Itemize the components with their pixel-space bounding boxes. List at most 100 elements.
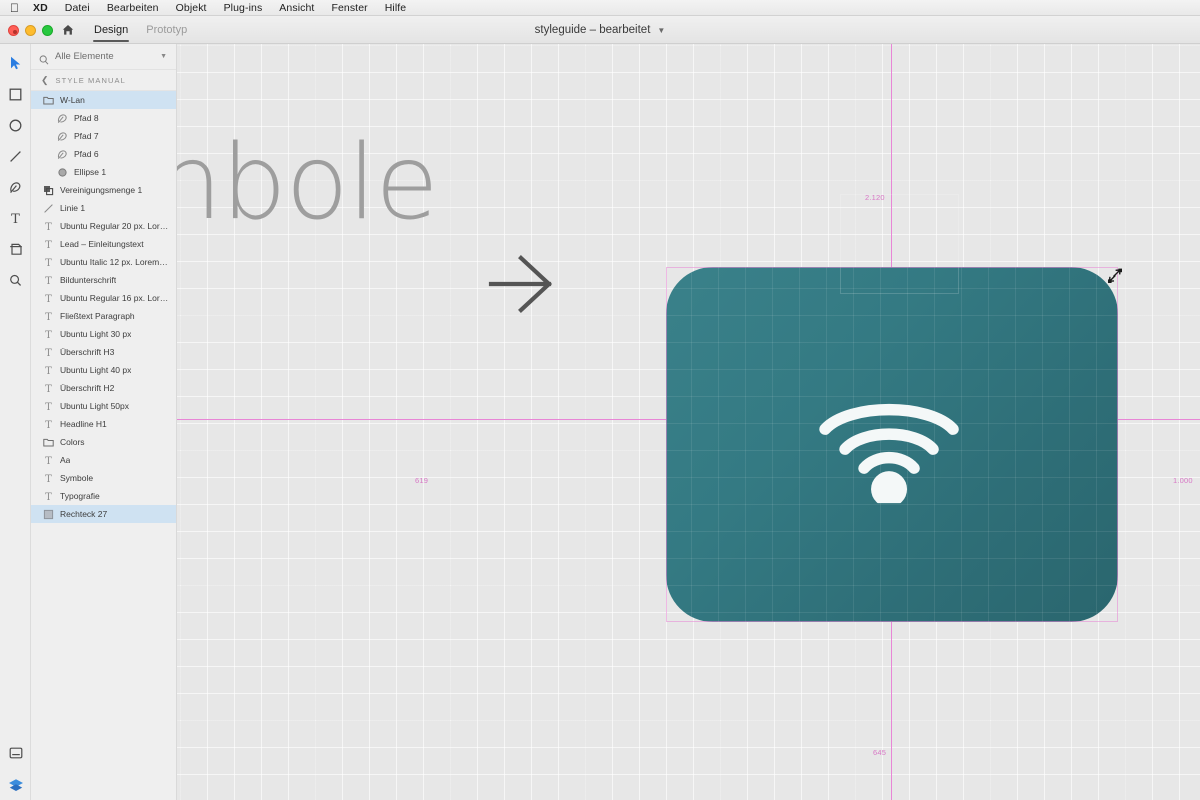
document-title: styleguide – bearbeitet bbox=[534, 24, 651, 36]
tab-prototyp[interactable]: Prototyp bbox=[137, 16, 196, 44]
resize-diagonal-cursor bbox=[1105, 266, 1125, 291]
layer-row[interactable]: T Ubuntu Regular 16 px. Lor… bbox=[31, 289, 176, 307]
home-icon[interactable] bbox=[61, 23, 75, 37]
layer-label: Vereinigungsmenge 1 bbox=[60, 185, 143, 195]
layer-label: Headline H1 bbox=[60, 419, 107, 429]
menu-item-fenster[interactable]: Fenster bbox=[331, 2, 367, 14]
layer-row[interactable]: Pfad 7 bbox=[31, 127, 176, 145]
chevron-left-icon[interactable]: ❮ bbox=[41, 75, 49, 86]
svg-text:T: T bbox=[45, 294, 52, 304]
layer-row[interactable]: Vereinigungsmenge 1 bbox=[31, 181, 176, 199]
folder-icon bbox=[43, 437, 54, 448]
menu-item-objekt[interactable]: Objekt bbox=[176, 2, 207, 14]
chevron-down-icon[interactable]: ▼ bbox=[160, 53, 167, 60]
select-tool[interactable] bbox=[0, 54, 31, 72]
layer-row[interactable]: Pfad 8 bbox=[31, 109, 176, 127]
search-icon bbox=[39, 52, 49, 65]
guide-label-619: 619 bbox=[415, 476, 429, 485]
line-tool[interactable] bbox=[0, 147, 31, 165]
chevron-down-icon[interactable]: ▼ bbox=[657, 26, 665, 35]
layers-panel: Alle Elemente ▼ ❮ STYLE MANUAL W-Lan Pfad… bbox=[31, 44, 177, 800]
layer-row[interactable]: W-Lan bbox=[31, 91, 176, 109]
layer-row[interactable]: T Headline H1 bbox=[31, 415, 176, 433]
folder-icon bbox=[43, 95, 54, 106]
minimize-window-button[interactable] bbox=[25, 25, 36, 36]
text-icon: T bbox=[43, 491, 54, 502]
svg-text:T: T bbox=[45, 240, 52, 250]
search-row[interactable]: Alle Elemente ▼ bbox=[31, 44, 176, 70]
menu-item-xd[interactable]: XD bbox=[33, 2, 48, 14]
layer-row[interactable]: Rechteck 27 bbox=[31, 505, 176, 523]
layer-row[interactable]: T Typografie bbox=[31, 487, 176, 505]
app-titlebar: Design Prototyp styleguide – bearbeitet … bbox=[0, 16, 1200, 44]
layer-row[interactable]: T Ubuntu Light 40 px bbox=[31, 361, 176, 379]
menu-item-plugins[interactable]: Plug-ins bbox=[224, 2, 263, 14]
layer-row[interactable]: Ellipse 1 bbox=[31, 163, 176, 181]
panel-icon[interactable] bbox=[0, 744, 31, 762]
layer-row[interactable]: Pfad 6 bbox=[31, 145, 176, 163]
line-icon bbox=[43, 203, 54, 214]
ellipse-tool[interactable] bbox=[0, 116, 31, 134]
text-icon: T bbox=[43, 239, 54, 250]
design-canvas[interactable]: nbole 2.120 619 1.000 645 bbox=[177, 44, 1200, 800]
layer-label: Ellipse 1 bbox=[74, 167, 107, 177]
svg-text:T: T bbox=[45, 312, 52, 322]
close-window-button[interactable] bbox=[8, 25, 19, 36]
text-icon: T bbox=[43, 473, 54, 484]
layer-label: Pfad 8 bbox=[74, 113, 99, 123]
layer-label: Pfad 6 bbox=[74, 149, 99, 159]
path-icon bbox=[57, 149, 68, 160]
svg-text:T: T bbox=[45, 258, 52, 268]
tool-rail: T bbox=[0, 44, 31, 800]
layer-row[interactable]: Linie 1 bbox=[31, 199, 176, 217]
artboard-tool[interactable] bbox=[0, 240, 31, 258]
layer-row[interactable]: T Lead – Einleitungstext bbox=[31, 235, 176, 253]
layer-row[interactable]: T Überschrift H2 bbox=[31, 379, 176, 397]
layer-row[interactable]: T Ubuntu Regular 20 px. Lor… bbox=[31, 217, 176, 235]
guide-label-645: 645 bbox=[873, 748, 887, 757]
guide-label-1000: 1.000 bbox=[1173, 476, 1193, 485]
layer-row[interactable]: T Fließtext Paragraph bbox=[31, 307, 176, 325]
menu-item-hilfe[interactable]: Hilfe bbox=[385, 2, 407, 14]
maximize-window-button[interactable] bbox=[42, 25, 53, 36]
layer-row[interactable]: T Symbole bbox=[31, 469, 176, 487]
rechteck-27-shape[interactable] bbox=[666, 267, 1118, 622]
menu-item-ansicht[interactable]: Ansicht bbox=[279, 2, 314, 14]
text-tool[interactable]: T bbox=[0, 209, 31, 227]
layer-row[interactable]: T Ubuntu Light 30 px bbox=[31, 325, 176, 343]
layer-label: Ubuntu Light 40 px bbox=[60, 365, 132, 375]
svg-text:T: T bbox=[45, 384, 52, 394]
pen-tool[interactable] bbox=[0, 178, 31, 196]
text-icon: T bbox=[43, 365, 54, 376]
layer-row[interactable]: T Ubuntu Light 50px bbox=[31, 397, 176, 415]
rectangle-tool[interactable] bbox=[0, 85, 31, 103]
layer-row[interactable]: T Bildunterschrift bbox=[31, 271, 176, 289]
zoom-tool[interactable] bbox=[0, 271, 31, 289]
wifi-icon bbox=[815, 391, 963, 508]
layer-row[interactable]: Colors bbox=[31, 433, 176, 451]
tab-design[interactable]: Design bbox=[85, 16, 137, 44]
menu-item-bearbeiten[interactable]: Bearbeiten bbox=[107, 2, 159, 14]
rectangle-icon bbox=[43, 509, 54, 520]
layer-row[interactable]: T Überschrift H3 bbox=[31, 343, 176, 361]
layer-label: W-Lan bbox=[60, 95, 85, 105]
search-input[interactable]: Alle Elemente bbox=[55, 51, 154, 62]
layer-label: Ubuntu Regular 16 px. Lor… bbox=[60, 293, 169, 303]
ellipse-icon bbox=[57, 167, 68, 178]
text-icon: T bbox=[43, 311, 54, 322]
apple-logo-icon[interactable]:  bbox=[10, 2, 19, 14]
layer-row[interactable]: T Aa bbox=[31, 451, 176, 469]
layer-list: W-Lan Pfad 8 Pfad 7 Pfad 6 Ellipse 1 Vereinig… bbox=[31, 91, 176, 523]
layer-label: Ubuntu Light 50px bbox=[60, 401, 129, 411]
svg-text:T: T bbox=[45, 366, 52, 376]
layer-label: Bildunterschrift bbox=[60, 275, 117, 285]
arrow-right-glyph bbox=[487, 249, 557, 324]
svg-text:T: T bbox=[45, 276, 52, 286]
layer-row[interactable]: T Ubuntu Italic 12 px. Lorem… bbox=[31, 253, 176, 271]
menu-item-datei[interactable]: Datei bbox=[65, 2, 90, 14]
layers-stack-icon[interactable] bbox=[0, 776, 31, 794]
text-icon: T bbox=[43, 221, 54, 232]
svg-text:T: T bbox=[45, 420, 52, 430]
breadcrumb[interactable]: ❮ STYLE MANUAL bbox=[31, 70, 176, 91]
canvas-background-text: nbole bbox=[177, 123, 439, 243]
